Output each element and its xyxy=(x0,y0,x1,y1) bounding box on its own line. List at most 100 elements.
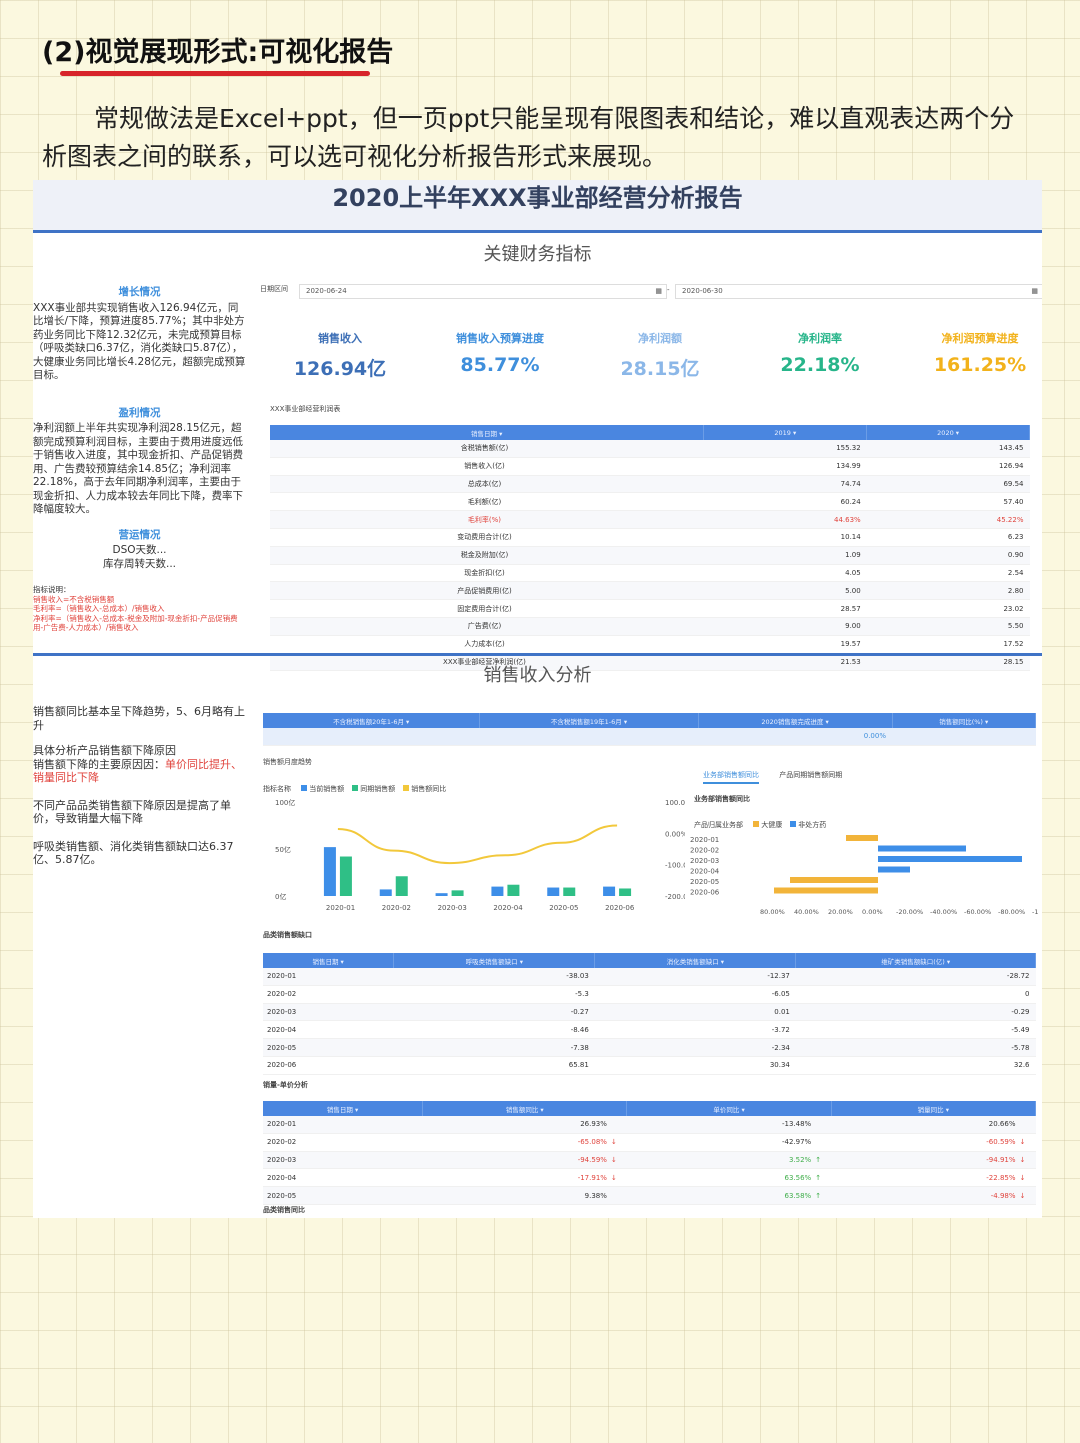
table-header-row: 不含税销售额20年1-6月 ▾ 不含税销售额19年1-6月 ▾ 2020销售额完成进… xyxy=(263,713,1036,728)
bar-previous xyxy=(339,856,352,896)
table-cell: 20.66% xyxy=(831,1116,1036,1134)
table-row: 2020-05 -7.38 -2.34 -5.78 xyxy=(263,1038,1036,1057)
gap-title: 品类销售额缺口 xyxy=(263,931,312,939)
vol-table-wrap: 销售日期 ▾ 销售额同比 ▾ 单价同比 ▾ 销量同比 ▾ 2020-01 26.93% -1… xyxy=(263,1101,1037,1205)
table-cell: -0.29 xyxy=(795,1003,1036,1022)
bar-previous xyxy=(451,890,464,896)
kpi-card: 净利润预算进度 161.25% xyxy=(915,330,1042,376)
x-tick-label: 2020-06 xyxy=(605,904,635,912)
cell-value: 63.58% xyxy=(784,1191,812,1200)
calendar-icon[interactable]: ▦ xyxy=(655,285,662,298)
table-cell: 2020-01 xyxy=(263,968,394,986)
sales-narrative: 销售额同比基本呈下降趋势，5、6月略有上升 具体分析产品销售额下降原因 销售额下… xyxy=(33,705,246,867)
column-header[interactable]: 不含税销售额20年1-6月 ▾ xyxy=(263,713,481,728)
legend-item: 非处方药 xyxy=(790,821,826,829)
bar-otc xyxy=(878,845,966,852)
table-cell xyxy=(892,728,1036,746)
pnl-table-wrap: 销售日期 ▾ 2019 ▾ 2020 ▾ 含税销售额(亿) 155.32 143.45 销售… xyxy=(270,425,1030,672)
table-cell: -3.72 xyxy=(594,1020,796,1040)
note-sales: 销售收入=不含税销售额 xyxy=(33,594,115,604)
table-header-row: 销售日期 ▾ 销售额同比 ▾ 单价同比 ▾ 销量同比 ▾ xyxy=(263,1101,1037,1116)
table-row: 2020-01 -38.03 -12.37 -28.72 xyxy=(263,968,1036,986)
table-cell: -13.48% xyxy=(626,1116,832,1134)
column-header[interactable]: 销售日期 ▾ xyxy=(263,953,395,968)
bar-previous xyxy=(619,888,632,896)
table-cell: 5.00 xyxy=(703,581,867,601)
line-yoy xyxy=(337,824,618,865)
column-header[interactable]: 2019 ▾ xyxy=(703,425,868,440)
arrow-up-icon: ↑ xyxy=(815,1173,822,1182)
table-cell: -4.98% ↓ xyxy=(831,1186,1036,1205)
table-row: 含税销售额(亿) 155.32 143.45 xyxy=(270,440,1030,458)
sales-text-3: 不同产品品类销售额下降原因是提高了单价，导致销量大幅下降 xyxy=(33,798,231,826)
gap-table: 销售日期 ▾ 呼吸类销售额缺口 ▾ 消化类销售额缺口 ▾ 维矿类销售额缺口(亿) ▾ 2… xyxy=(263,953,1036,1075)
summary-table-wrap: 不含税销售额20年1-6月 ▾ 不含税销售额19年1-6月 ▾ 2020销售额完成进… xyxy=(263,713,1036,746)
page-heading: (2)视觉展现形式:可视化报告 xyxy=(42,37,394,68)
cell-value: -17.91% xyxy=(577,1173,607,1182)
table-cell: -94.91% ↓ xyxy=(831,1151,1036,1170)
table-cell: 0.00% xyxy=(698,728,892,746)
column-header[interactable]: 销售额同比(%) ▾ xyxy=(892,713,1036,728)
x-tick-label: 40.00% xyxy=(794,908,819,915)
table-cell: 19.57 xyxy=(703,635,867,654)
table-cell: 69.54 xyxy=(866,475,1030,494)
table-cell: -17.91% ↓ xyxy=(422,1168,627,1188)
table-cell: -22.85% ↓ xyxy=(831,1168,1036,1188)
profit-text: 净利润额上半年共实现净利润28.15亿元，超额完成预算利润目标，主要由于费用进度… xyxy=(33,422,243,515)
arrow-down-icon: ↓ xyxy=(610,1173,617,1182)
sales-text-4: 呼吸类销售额、消化类销售额缺口达6.37亿、5.87亿。 xyxy=(33,839,234,867)
cell-value: 20.66% xyxy=(988,1120,1016,1129)
column-header[interactable]: 维矿类销售额缺口(亿) ▾ xyxy=(795,953,1036,968)
bar-health xyxy=(774,887,878,894)
table-cell: -5.78 xyxy=(795,1038,1036,1057)
column-header[interactable]: 呼吸类销售额缺口 ▾ xyxy=(393,953,596,968)
table-cell: 2020-02 xyxy=(263,1133,423,1152)
report-divider xyxy=(33,653,1042,656)
category-title: 品类销售同比 xyxy=(263,1206,305,1214)
table-row: 毛利率(%) 44.63% 45.22% xyxy=(270,510,1030,529)
tab-product-yoy[interactable]: 产品同期销售额同期 xyxy=(779,771,842,779)
column-header[interactable]: 销售日期 ▾ xyxy=(270,425,705,440)
bar-previous xyxy=(563,887,576,896)
date-end-input[interactable]: 2020-06-30 ▦ xyxy=(675,284,1042,299)
tab-biz-yoy[interactable]: 业务部销售额同比 xyxy=(703,771,759,784)
biz-legend: 产品归属业务部 大健康 非处方药 xyxy=(694,820,826,830)
column-header[interactable]: 单价同比 ▾ xyxy=(626,1101,832,1116)
table-cell: 毛利率(%) xyxy=(270,510,704,529)
table-cell: -5.3 xyxy=(393,985,595,1004)
intro-paragraph: 常规做法是Excel+ppt，但一页ppt只能呈现有限图表和结论，难以直观表达两… xyxy=(42,104,1015,171)
table-cell: -12.37 xyxy=(594,968,796,986)
x-tick-label: 2020-03 xyxy=(438,904,467,912)
column-header[interactable]: 销量同比 ▾ xyxy=(831,1101,1037,1116)
legend-swatch xyxy=(301,785,308,791)
y2-tick-label: -100.00% xyxy=(665,862,685,870)
legend-label: 大健康 xyxy=(761,821,783,829)
biz-tabs: 业务部销售额同比 产品同期销售额同期 xyxy=(703,770,1033,784)
report-divider xyxy=(33,230,1042,233)
vol-table: 销售日期 ▾ 销售额同比 ▾ 单价同比 ▾ 销量同比 ▾ 2020-01 26.93% -1… xyxy=(263,1101,1037,1205)
legend-label: 同期销售额 xyxy=(360,785,396,793)
trend-legend: 指标名称 当前销售额 同期销售额 销售额同比 xyxy=(263,784,446,794)
table-cell xyxy=(479,728,699,746)
bar-current xyxy=(603,886,616,896)
column-header[interactable]: 2020 ▾ xyxy=(866,425,1030,440)
arrow-up-icon: ↑ xyxy=(815,1155,822,1164)
column-header[interactable]: 不含税销售额19年1-6月 ▾ xyxy=(479,713,699,728)
vol-title: 销量-单价分析 xyxy=(263,1081,308,1089)
cell-value: -22.85% xyxy=(986,1173,1016,1182)
calendar-icon[interactable]: ▦ xyxy=(1031,285,1038,298)
column-header[interactable]: 2020销售额完成进度 ▾ xyxy=(698,713,893,728)
table-cell: 税金及附加(亿) xyxy=(270,546,704,565)
table-cell: 63.58% ↑ xyxy=(626,1186,832,1205)
bar-current xyxy=(435,893,448,896)
growth-title: 增长情况 xyxy=(118,286,161,298)
date-start-input[interactable]: 2020-06-24 ▦ xyxy=(299,284,667,299)
x-tick-label: -80.00% xyxy=(998,908,1025,915)
table-cell: 65.81 xyxy=(393,1056,595,1075)
legend-item: 同期销售额 xyxy=(352,785,395,793)
column-header[interactable]: 销售额同比 ▾ xyxy=(422,1101,628,1116)
column-header[interactable]: 消化类销售额缺口 ▾ xyxy=(594,953,797,968)
growth-text: XXX事业部共实现销售收入126.94亿元，同比增长/下降，预算进度85.77%… xyxy=(33,301,246,382)
table-cell: 57.40 xyxy=(866,492,1030,512)
column-header[interactable]: 销售日期 ▾ xyxy=(263,1101,424,1116)
